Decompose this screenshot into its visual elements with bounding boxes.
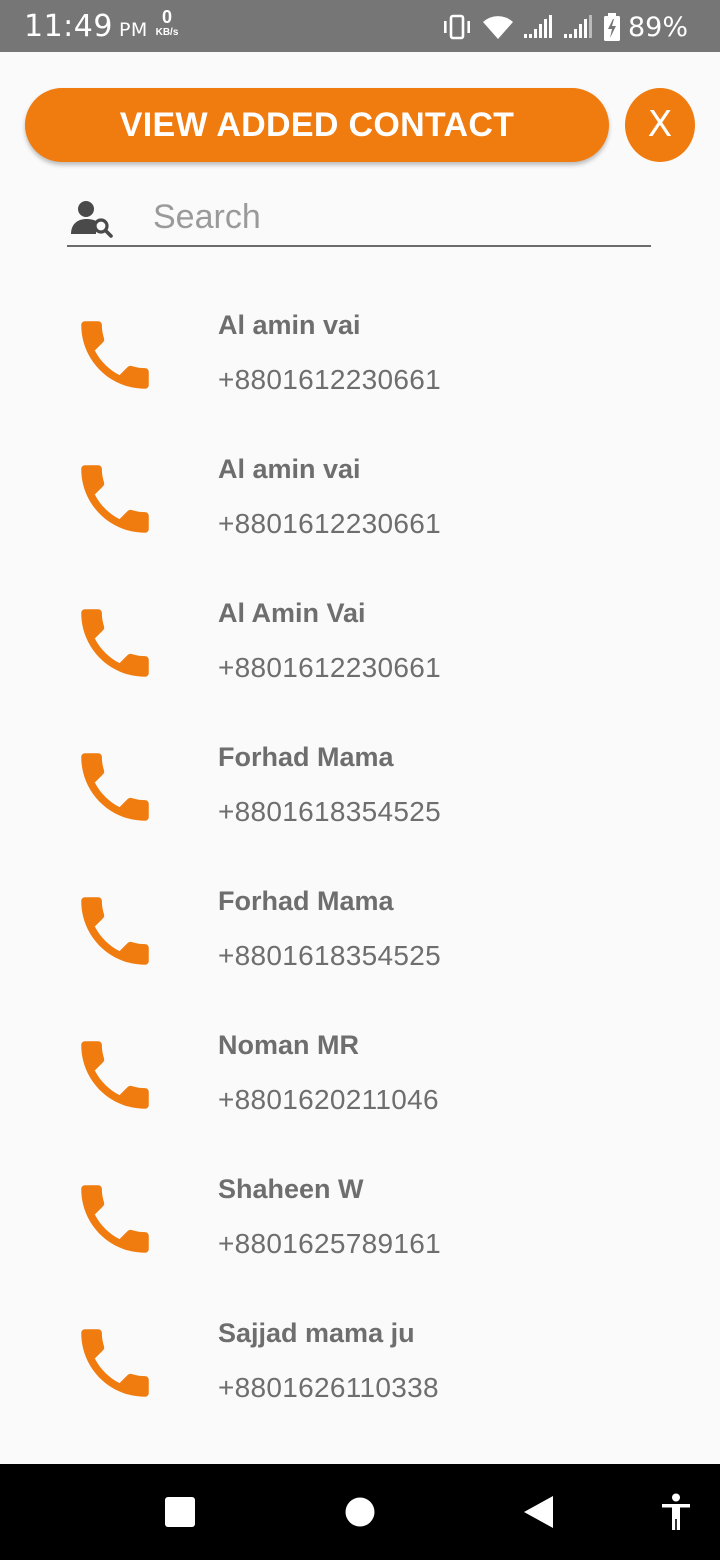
battery-charging-icon xyxy=(603,13,620,41)
navigation-bar xyxy=(0,1464,720,1560)
phone-icon[interactable] xyxy=(70,454,160,544)
contact-item[interactable]: Sajjad mama ju +8801626110338 xyxy=(0,1296,720,1440)
view-added-contact-button[interactable]: VIEW ADDED CONTACT xyxy=(25,88,609,162)
network-speed-value: 0 xyxy=(161,7,172,27)
contact-phone: +8801618354525 xyxy=(218,940,441,971)
search-input[interactable] xyxy=(153,194,643,240)
status-time: 11:49 PM xyxy=(24,9,148,44)
recents-button[interactable] xyxy=(140,1464,220,1560)
contact-name: Al amin vai xyxy=(218,310,361,340)
contact-item[interactable]: Al amin vai +8801612230661 xyxy=(0,432,720,576)
contact-item[interactable]: Al Amin Vai +8801612230661 xyxy=(0,576,720,720)
accessibility-icon xyxy=(662,1493,690,1530)
phone-icon[interactable] xyxy=(70,1174,160,1264)
network-speed-unit: KB/s xyxy=(155,27,179,38)
contact-item[interactable]: Noman MR +8801620211046 xyxy=(0,1008,720,1152)
contact-phone: +8801618354525 xyxy=(218,796,441,827)
contact-phone: +8801620211046 xyxy=(218,1084,439,1115)
contact-name: Shaheen W xyxy=(218,1174,364,1204)
vibrate-icon xyxy=(443,14,470,40)
search-bar xyxy=(67,190,651,247)
accessibility-button[interactable] xyxy=(640,1464,712,1560)
home-circle-icon xyxy=(345,1497,375,1527)
status-bar: 11:49 PM 0 KB/s 89% xyxy=(0,0,720,52)
recents-square-icon xyxy=(165,1497,195,1527)
status-icons: 89% xyxy=(442,10,688,44)
phone-icon[interactable] xyxy=(70,598,160,688)
contact-name: Al Amin Vai xyxy=(218,598,366,628)
back-triangle-icon xyxy=(524,1496,553,1528)
contact-search-icon xyxy=(71,201,113,238)
phone-icon[interactable] xyxy=(70,1030,160,1120)
contact-name: Forhad Mama xyxy=(218,742,394,772)
clock-time: 11:49 xyxy=(24,9,113,44)
contact-phone: +8801612230661 xyxy=(218,652,441,683)
phone-icon[interactable] xyxy=(70,886,160,976)
battery-percent: 89% xyxy=(627,11,688,43)
contact-item[interactable]: Shaheen W +8801625789161 xyxy=(0,1152,720,1296)
contact-name: Al amin vai xyxy=(218,454,361,484)
back-button[interactable] xyxy=(498,1464,578,1560)
network-speed: 0 KB/s xyxy=(150,8,184,38)
signal-icon-1 xyxy=(523,15,552,38)
contact-name: Sajjad mama ju xyxy=(218,1318,415,1348)
contact-name: Forhad Mama xyxy=(218,886,394,916)
contact-item[interactable]: Forhad Mama +8801618354525 xyxy=(0,720,720,864)
contact-list: Al amin vai +8801612230661 Al amin vai +… xyxy=(0,288,720,1440)
contact-item[interactable]: Forhad Mama +8801618354525 xyxy=(0,864,720,1008)
contact-phone: +8801612230661 xyxy=(218,364,441,395)
contact-phone: +8801612230661 xyxy=(218,508,441,539)
contact-name: Noman MR xyxy=(218,1030,359,1060)
contact-phone: +8801625789161 xyxy=(218,1228,441,1259)
contact-phone: +8801626110338 xyxy=(218,1372,439,1403)
clock-ampm: PM xyxy=(118,19,148,41)
wifi-icon xyxy=(482,16,513,39)
phone-icon[interactable] xyxy=(70,742,160,832)
phone-icon[interactable] xyxy=(70,310,160,400)
home-button[interactable] xyxy=(320,1464,400,1560)
phone-icon[interactable] xyxy=(70,1318,160,1408)
close-button[interactable]: X xyxy=(625,88,695,162)
signal-icon-2 xyxy=(563,15,592,38)
contact-item[interactable]: Al amin vai +8801612230661 xyxy=(0,288,720,432)
